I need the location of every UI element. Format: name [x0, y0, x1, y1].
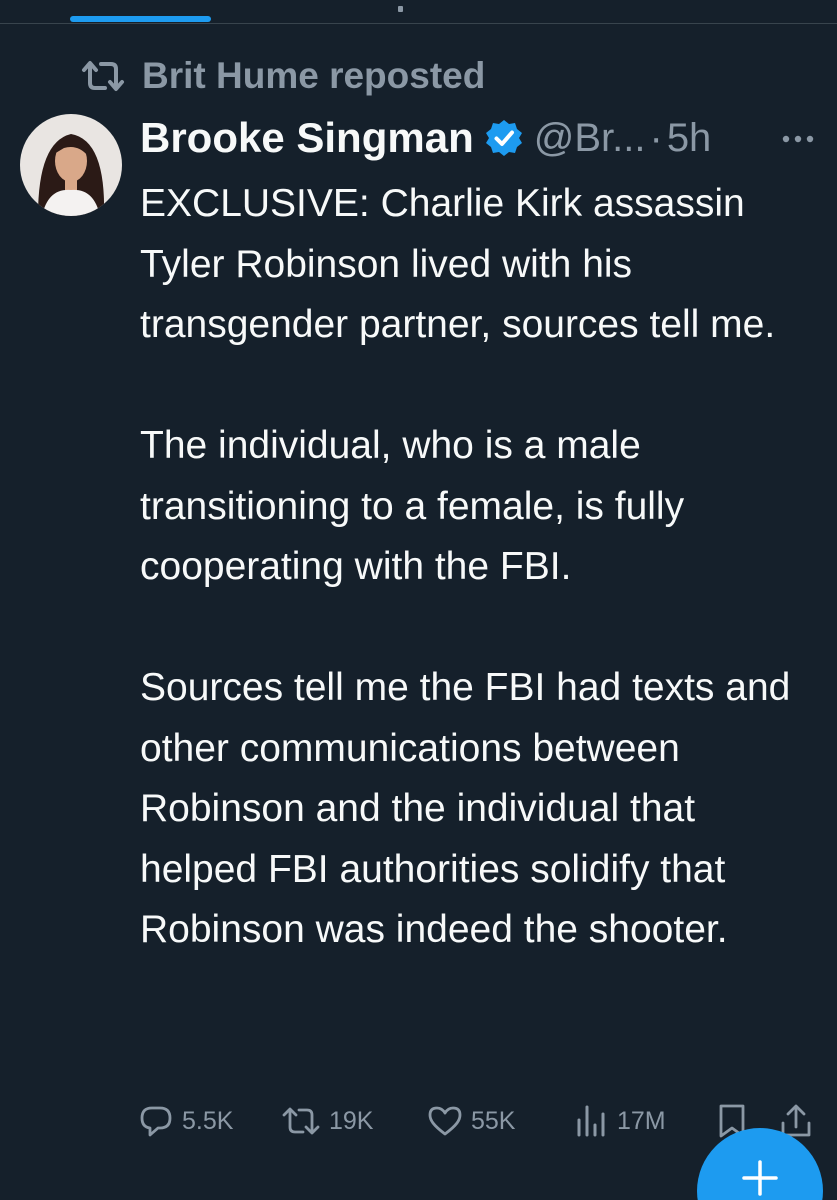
reply-button[interactable]: 5.5K [138, 1096, 233, 1146]
repost-icon [82, 61, 124, 91]
header-separator: · [649, 115, 663, 160]
views-button[interactable]: 17M [573, 1096, 666, 1146]
more-options-icon[interactable] [781, 133, 815, 145]
tweet-header: Brooke Singman @Br... · 5h [140, 112, 711, 164]
heart-icon [428, 1106, 462, 1136]
tweet-paragraph: The individual, who is a male transition… [140, 424, 685, 588]
active-tab-indicator [70, 16, 211, 22]
analytics-icon [577, 1105, 605, 1137]
verified-badge-icon [485, 120, 522, 156]
tab-edge-fragment [398, 6, 403, 12]
plus-icon [742, 1160, 778, 1196]
tweet-actions: 5.5K 19K 55K 17M [138, 1096, 818, 1146]
reply-count: 5.5K [182, 1106, 234, 1135]
repost-context[interactable]: Brit Hume reposted [80, 54, 485, 98]
like-count: 55K [471, 1106, 516, 1135]
tweet-paragraph: Sources tell me the FBI had texts and ot… [140, 666, 791, 951]
author-handle[interactable]: @Br... [534, 116, 646, 161]
repost-count: 19K [329, 1106, 374, 1135]
views-count: 17M [617, 1106, 666, 1135]
repost-icon [282, 1107, 320, 1135]
repost-label: Brit Hume reposted [142, 55, 486, 96]
avatar[interactable] [20, 114, 122, 216]
tweet-paragraph: EXCLUSIVE: Charlie Kirk assassin Tyler R… [140, 182, 776, 346]
author-photo [20, 114, 122, 216]
reply-icon [140, 1106, 172, 1137]
tweet-body: EXCLUSIVE: Charlie Kirk assassin Tyler R… [140, 174, 820, 961]
like-button[interactable]: 55K [427, 1096, 515, 1146]
repost-button[interactable]: 19K [281, 1096, 373, 1146]
top-tab-bar [0, 0, 837, 24]
author-name[interactable]: Brooke Singman [140, 114, 474, 162]
timestamp[interactable]: 5h [667, 116, 712, 161]
